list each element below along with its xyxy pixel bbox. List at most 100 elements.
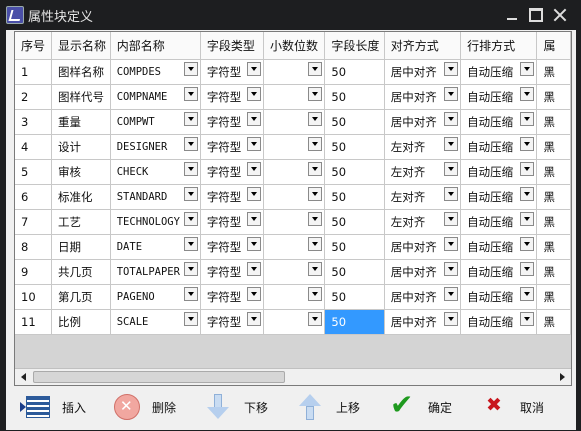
dropdown-arrow-icon[interactable] <box>183 212 198 226</box>
move-down-button[interactable]: 下移 <box>204 394 268 420</box>
field-type-select[interactable]: 字符型 <box>200 109 265 135</box>
dropdown-arrow-icon[interactable] <box>308 62 323 76</box>
internal-name-cell[interactable]: SCALE <box>110 309 201 335</box>
dropdown-arrow-icon[interactable] <box>183 237 198 251</box>
field-type-select[interactable]: 字符型 <box>200 259 265 285</box>
dropdown-arrow-icon[interactable] <box>247 237 261 251</box>
alignment-select[interactable]: 居中对齐 <box>384 234 462 260</box>
attribute-cell[interactable]: 黑 <box>536 59 571 85</box>
line-layout-select[interactable]: 自动压缩 <box>460 184 538 210</box>
table-row[interactable]: 10 第几页 PAGENO 字符型 50 居中对齐 自动压缩 黑 <box>15 284 571 310</box>
dropdown-arrow-icon[interactable] <box>308 87 323 101</box>
attribute-cell[interactable]: 黑 <box>536 159 571 185</box>
field-length-cell[interactable]: 50 <box>324 184 385 210</box>
table-row[interactable]: 11 比例 SCALE 字符型 50 居中对齐 自动压缩 黑 <box>15 309 571 335</box>
internal-name-cell[interactable]: TOTALPAPER <box>110 259 201 285</box>
row-number-cell[interactable]: 1 <box>15 59 53 85</box>
maximize-button[interactable] <box>529 8 543 22</box>
dropdown-arrow-icon[interactable] <box>247 112 261 126</box>
field-length-cell[interactable]: 50 <box>324 59 385 85</box>
dropdown-arrow-icon[interactable] <box>520 312 535 326</box>
line-layout-select[interactable]: 自动压缩 <box>460 234 538 260</box>
decimal-places-select[interactable] <box>263 109 326 135</box>
cancel-button[interactable]: 取消 <box>480 394 544 420</box>
dropdown-arrow-icon[interactable] <box>520 287 535 301</box>
decimal-places-select[interactable] <box>263 59 326 85</box>
field-type-select[interactable]: 字符型 <box>200 234 265 260</box>
column-header[interactable]: 显示名称 <box>51 32 111 60</box>
line-layout-select[interactable]: 自动压缩 <box>460 59 538 85</box>
decimal-places-select[interactable] <box>263 284 326 310</box>
alignment-select[interactable]: 居中对齐 <box>384 109 462 135</box>
alignment-select[interactable]: 居中对齐 <box>384 309 462 335</box>
column-header[interactable]: 小数位数 <box>263 32 326 60</box>
decimal-places-select[interactable] <box>263 84 326 110</box>
dropdown-arrow-icon[interactable] <box>444 87 459 101</box>
dropdown-arrow-icon[interactable] <box>183 187 198 201</box>
field-length-cell[interactable]: 50 <box>324 284 385 310</box>
dropdown-arrow-icon[interactable] <box>444 237 459 251</box>
attribute-cell[interactable]: 黑 <box>536 134 571 160</box>
dropdown-arrow-icon[interactable] <box>520 62 535 76</box>
row-number-cell[interactable]: 4 <box>15 134 53 160</box>
decimal-places-select[interactable] <box>263 159 326 185</box>
table-row[interactable]: 9 共几页 TOTALPAPER 字符型 50 居中对齐 自动压缩 黑 <box>15 259 571 285</box>
dropdown-arrow-icon[interactable] <box>444 187 459 201</box>
field-length-cell[interactable]: 50 <box>324 234 385 260</box>
internal-name-cell[interactable]: COMPDES <box>110 59 201 85</box>
dropdown-arrow-icon[interactable] <box>520 212 535 226</box>
dropdown-arrow-icon[interactable] <box>183 312 198 326</box>
column-header[interactable]: 序号 <box>15 32 53 60</box>
dropdown-arrow-icon[interactable] <box>444 262 459 276</box>
delete-button[interactable]: 删除 <box>112 394 176 420</box>
attribute-cell[interactable]: 黑 <box>536 309 571 335</box>
dropdown-arrow-icon[interactable] <box>520 112 535 126</box>
alignment-select[interactable]: 左对齐 <box>384 184 462 210</box>
dropdown-arrow-icon[interactable] <box>183 137 198 151</box>
dropdown-arrow-icon[interactable] <box>444 212 459 226</box>
field-type-select[interactable]: 字符型 <box>200 184 265 210</box>
internal-name-cell[interactable]: PAGENO <box>110 284 201 310</box>
dropdown-arrow-icon[interactable] <box>183 162 198 176</box>
dropdown-arrow-icon[interactable] <box>308 162 323 176</box>
alignment-select[interactable]: 居中对齐 <box>384 84 462 110</box>
dropdown-arrow-icon[interactable] <box>183 87 198 101</box>
decimal-places-select[interactable] <box>263 134 326 160</box>
internal-name-cell[interactable]: COMPWT <box>110 109 201 135</box>
row-number-cell[interactable]: 5 <box>15 159 53 185</box>
attribute-cell[interactable]: 黑 <box>536 109 571 135</box>
row-number-cell[interactable]: 2 <box>15 84 53 110</box>
dropdown-arrow-icon[interactable] <box>444 162 459 176</box>
dropdown-arrow-icon[interactable] <box>520 187 535 201</box>
line-layout-select[interactable]: 自动压缩 <box>460 309 538 335</box>
line-layout-select[interactable]: 自动压缩 <box>460 259 538 285</box>
horizontal-scrollbar[interactable] <box>15 368 571 385</box>
attribute-cell[interactable]: 黑 <box>536 209 571 235</box>
decimal-places-select[interactable] <box>263 209 326 235</box>
attribute-cell[interactable]: 黑 <box>536 84 571 110</box>
column-header[interactable]: 对齐方式 <box>384 32 462 60</box>
column-header[interactable]: 字段长度 <box>324 32 385 60</box>
scroll-right-icon[interactable] <box>556 371 568 383</box>
field-type-select[interactable]: 字符型 <box>200 309 265 335</box>
row-number-cell[interactable]: 10 <box>15 284 53 310</box>
dropdown-arrow-icon[interactable] <box>183 62 198 76</box>
line-layout-select[interactable]: 自动压缩 <box>460 84 538 110</box>
dropdown-arrow-icon[interactable] <box>247 262 261 276</box>
row-number-cell[interactable]: 6 <box>15 184 53 210</box>
row-number-cell[interactable]: 8 <box>15 234 53 260</box>
field-length-cell[interactable]: 50 <box>324 159 385 185</box>
display-name-cell[interactable]: 工艺 <box>51 209 111 235</box>
decimal-places-select[interactable] <box>263 309 326 335</box>
field-type-select[interactable]: 字符型 <box>200 159 265 185</box>
attribute-cell[interactable]: 黑 <box>536 284 571 310</box>
table-row[interactable]: 5 审核 CHECK 字符型 50 左对齐 自动压缩 黑 <box>15 159 571 185</box>
display-name-cell[interactable]: 标准化 <box>51 184 111 210</box>
line-layout-select[interactable]: 自动压缩 <box>460 159 538 185</box>
attribute-cell[interactable]: 黑 <box>536 234 571 260</box>
decimal-places-select[interactable] <box>263 184 326 210</box>
display-name-cell[interactable]: 重量 <box>51 109 111 135</box>
dropdown-arrow-icon[interactable] <box>520 237 535 251</box>
scroll-thumb[interactable] <box>33 371 285 383</box>
dropdown-arrow-icon[interactable] <box>444 312 459 326</box>
